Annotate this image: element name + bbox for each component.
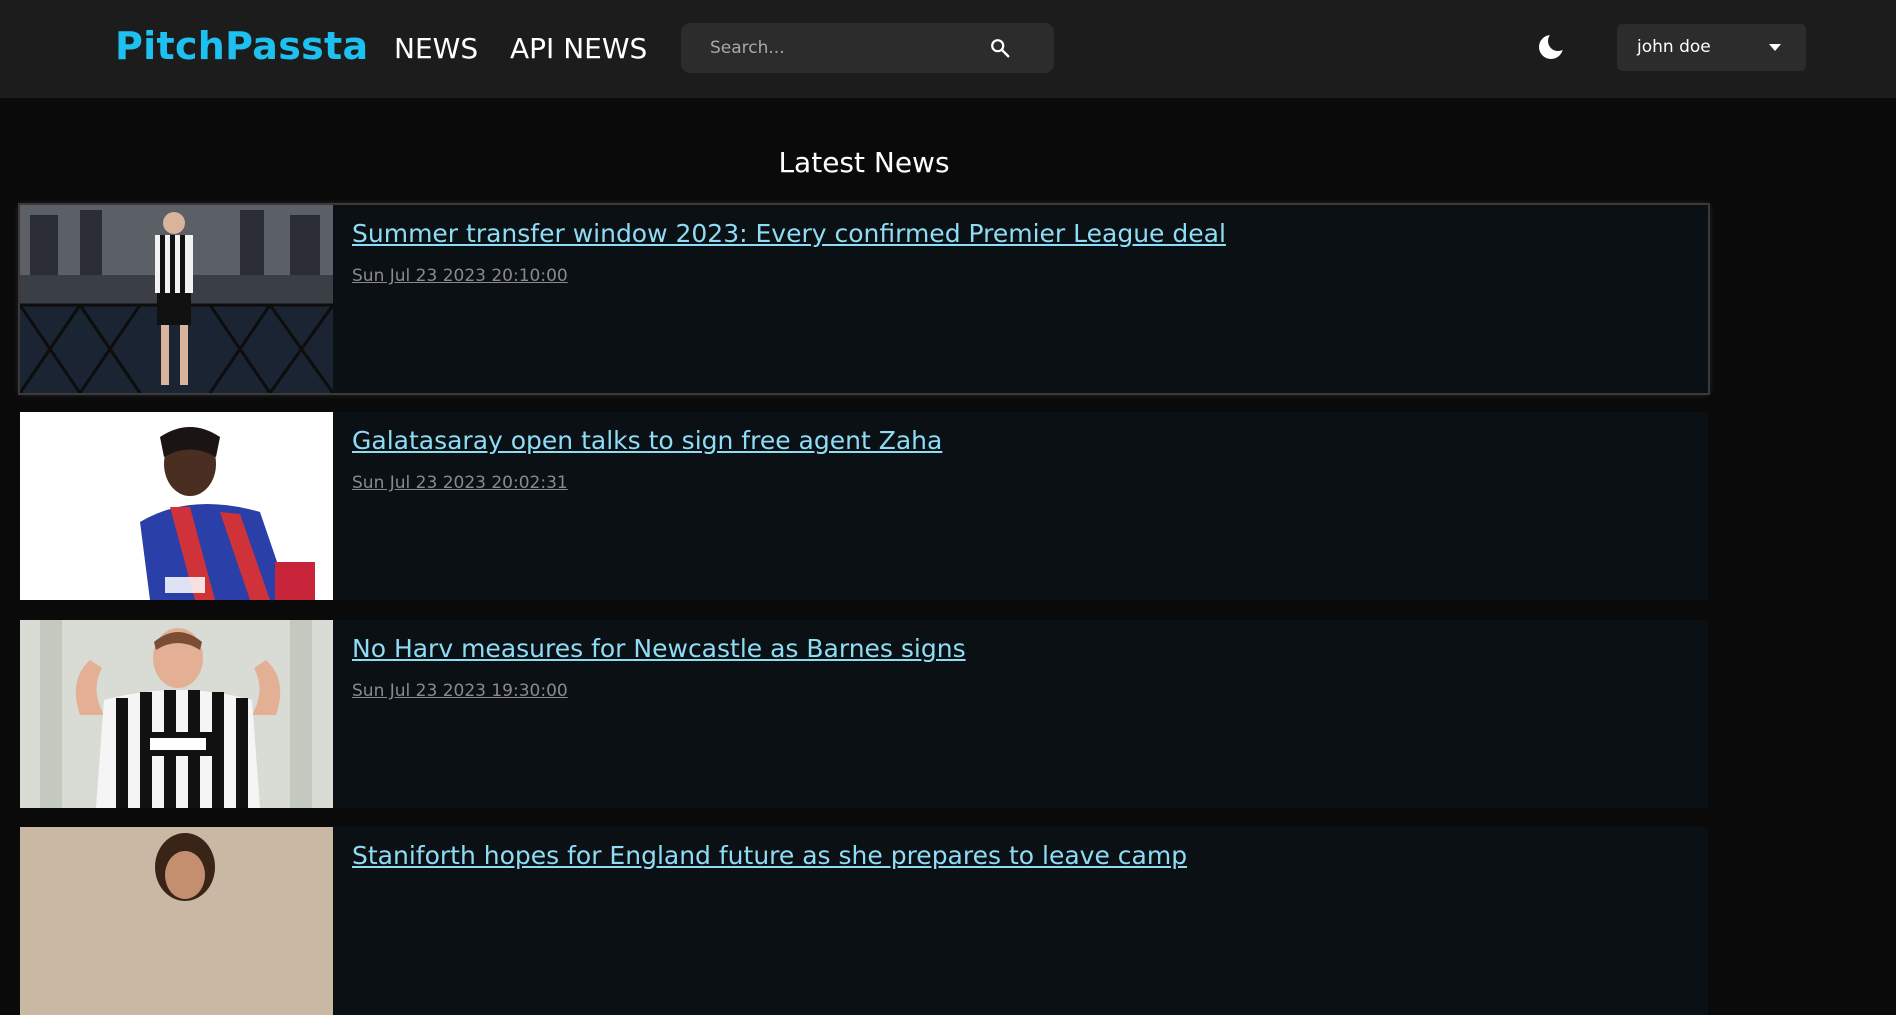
news-title-link[interactable]: Galatasaray open talks to sign free agen… <box>352 426 942 455</box>
user-menu-dropdown[interactable]: john doe <box>1617 24 1806 71</box>
news-date: Sun Jul 23 2023 19:30:00 <box>352 681 568 701</box>
user-name: john doe <box>1637 37 1711 57</box>
news-thumbnail <box>20 827 333 1015</box>
search-icon[interactable] <box>989 37 1011 59</box>
news-title-link[interactable]: Summer transfer window 2023: Every confi… <box>352 219 1226 248</box>
moon-icon[interactable] <box>1537 33 1565 61</box>
search-input[interactable] <box>681 23 981 73</box>
news-title-link[interactable]: No Harv measures for Newcastle as Barnes… <box>352 634 966 663</box>
top-navbar: PitchPassta NEWS API NEWS john doe <box>0 0 1896 98</box>
search-bar <box>681 23 1054 73</box>
news-thumbnail <box>20 620 333 808</box>
news-card[interactable]: Summer transfer window 2023: Every confi… <box>18 203 1710 395</box>
news-card[interactable]: No Harv measures for Newcastle as Barnes… <box>20 620 1708 808</box>
caret-down-icon <box>1769 44 1781 51</box>
news-card[interactable]: Galatasaray open talks to sign free agen… <box>20 412 1708 600</box>
news-card[interactable]: Staniforth hopes for England future as s… <box>20 827 1708 1015</box>
news-date: Sun Jul 23 2023 20:02:31 <box>352 473 568 493</box>
news-thumbnail <box>20 205 333 393</box>
nav-link-news[interactable]: NEWS <box>394 32 478 65</box>
page-title: Latest News <box>778 146 950 179</box>
news-thumbnail <box>20 412 333 600</box>
brand-logo[interactable]: PitchPassta <box>115 24 368 68</box>
news-date: Sun Jul 23 2023 20:10:00 <box>352 266 568 286</box>
news-title-link[interactable]: Staniforth hopes for England future as s… <box>352 841 1187 870</box>
nav-link-api-news[interactable]: API NEWS <box>510 32 647 65</box>
